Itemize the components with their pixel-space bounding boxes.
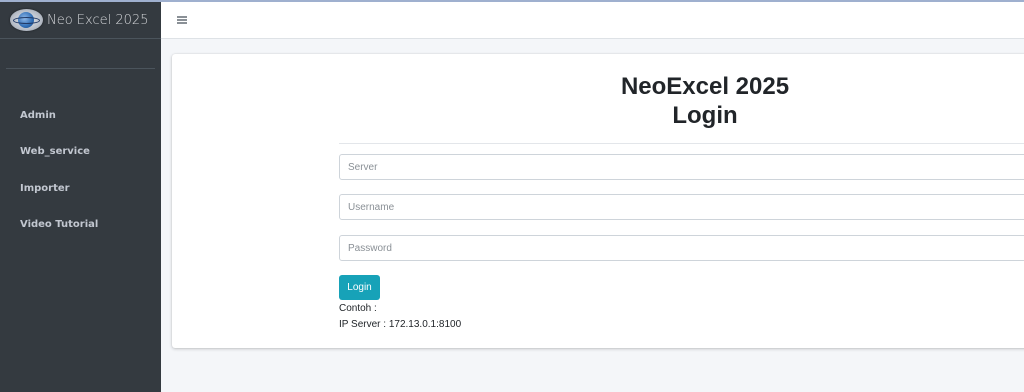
top-navbar [161, 2, 1024, 39]
brand-name: Neo Excel 2025 [47, 12, 149, 28]
title-divider [339, 143, 1024, 144]
user-panel [6, 39, 155, 69]
sidebar-nav: Admin Web_service Importer Video Tutoria… [0, 97, 161, 243]
sidebar-item-video-tutorial[interactable]: Video Tutorial [0, 207, 161, 244]
example-label: Contoh : [339, 303, 377, 314]
login-title: NeoExcel 2025 Login [172, 72, 1024, 130]
login-button[interactable]: Login [339, 275, 380, 300]
password-input[interactable] [339, 235, 1024, 261]
example-ip-server: IP Server : 172.13.0.1:8100 [339, 319, 462, 330]
login-card: NeoExcel 2025 Login Login Contoh : IP Se… [172, 54, 1024, 348]
hamburger-menu-icon[interactable] [177, 16, 187, 24]
sidebar-item-importer[interactable]: Importer [0, 170, 161, 207]
server-input[interactable] [339, 154, 1024, 180]
login-title-label: Login [672, 102, 738, 129]
sidebar-item-web-service[interactable]: Web_service [0, 134, 161, 171]
brand-link[interactable]: Neo Excel 2025 [0, 2, 161, 39]
sidebar-item-admin[interactable]: Admin [0, 97, 161, 134]
login-title-app: NeoExcel 2025 [620, 73, 790, 100]
sidebar: Neo Excel 2025 Admin Web_service Importe… [0, 0, 161, 392]
username-input[interactable] [339, 194, 1024, 220]
neo-excel-globe-logo-icon [10, 9, 43, 31]
